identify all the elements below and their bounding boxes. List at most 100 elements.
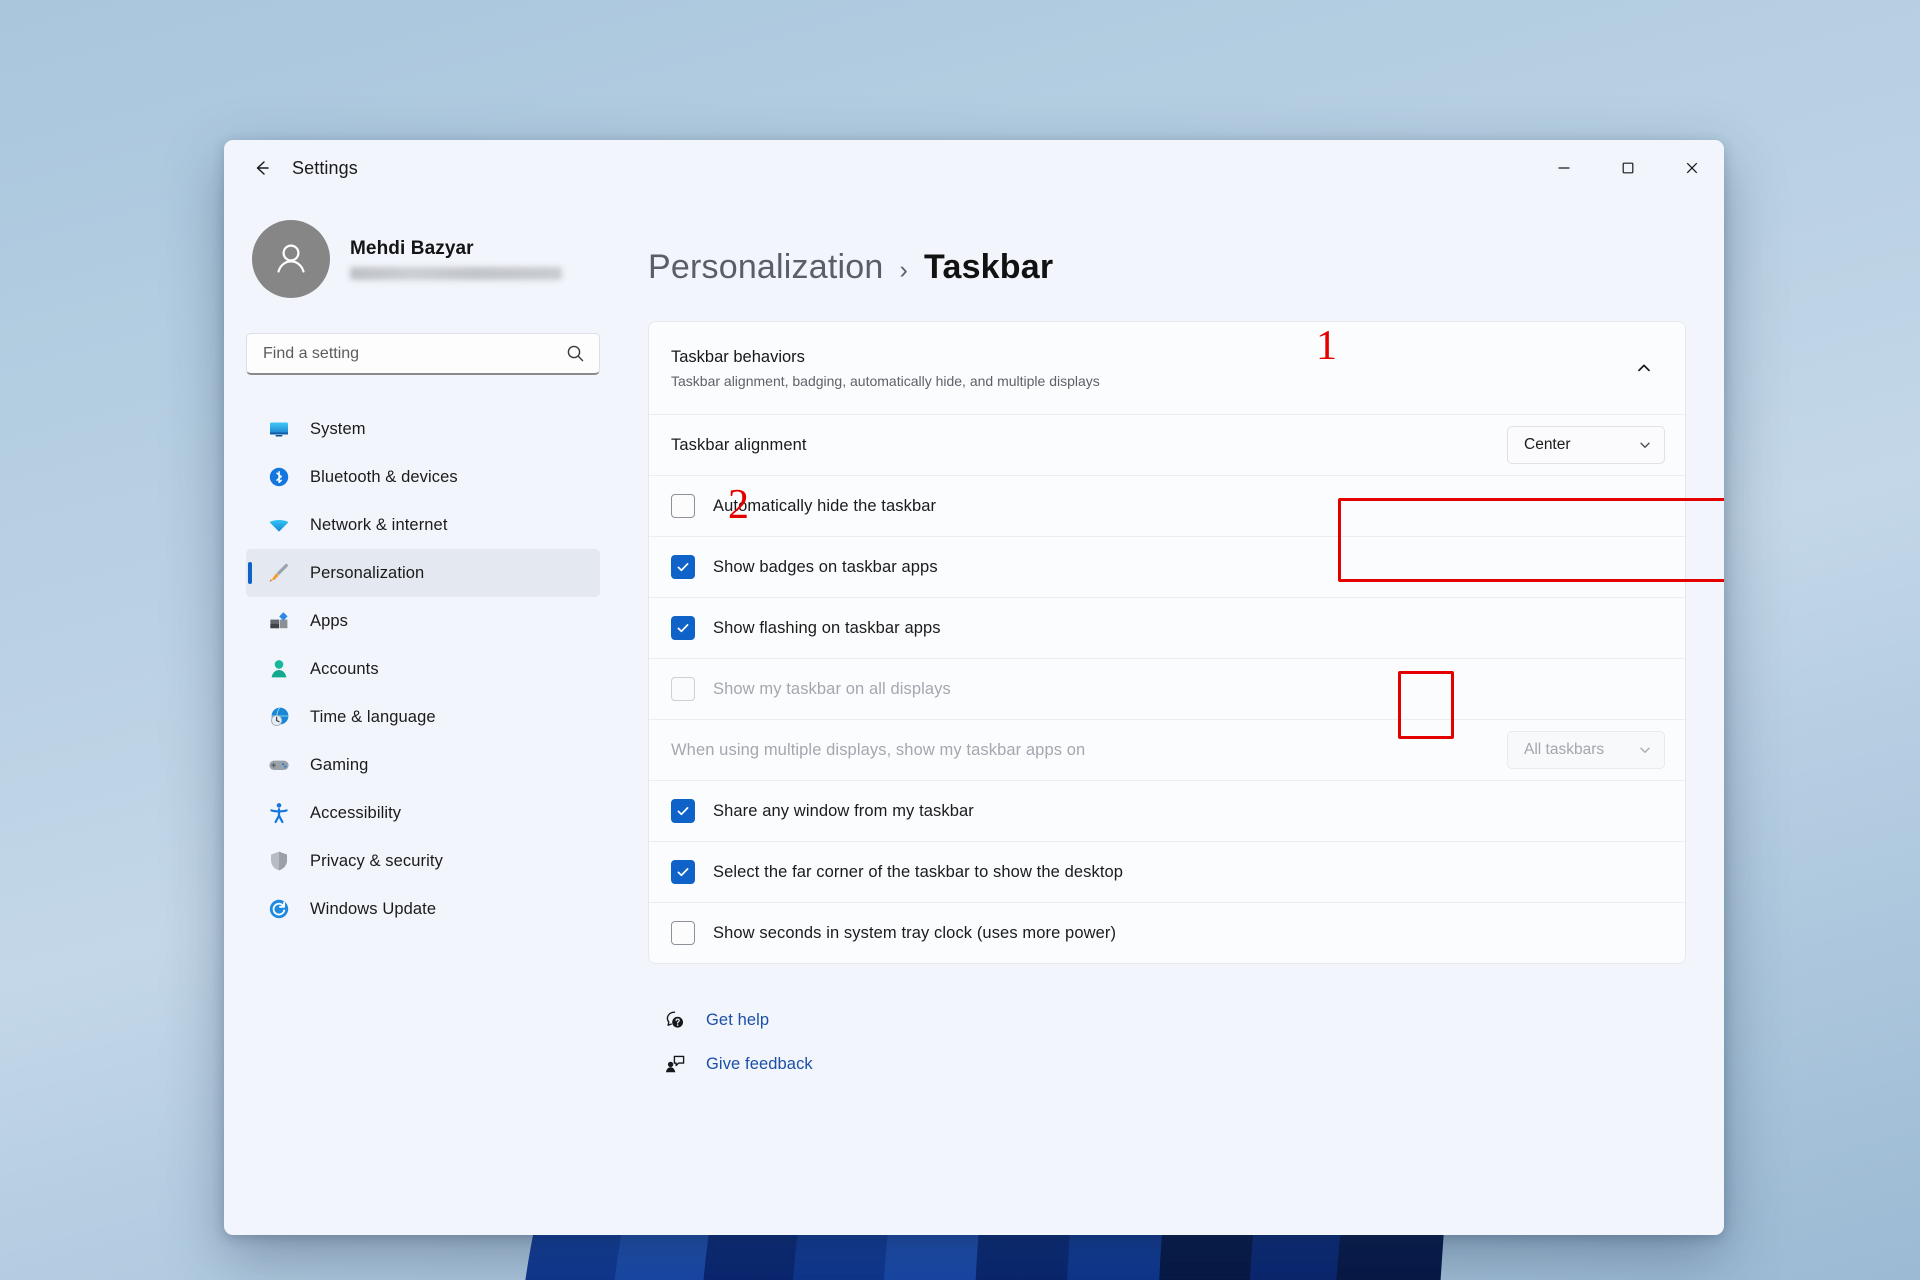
update-refresh-icon xyxy=(266,896,292,922)
dropdown-value: Center xyxy=(1524,436,1571,454)
window-title: Settings xyxy=(292,158,358,179)
sidebar-item-label: Bluetooth & devices xyxy=(310,468,458,487)
sidebar-item-network-internet[interactable]: Network & internet xyxy=(246,501,600,549)
sidebar-item-accessibility[interactable]: Accessibility xyxy=(246,789,600,837)
taskbar-behaviors-card: Taskbar behaviors Taskbar alignment, bad… xyxy=(648,321,1686,964)
row-show-seconds-clock[interactable]: Show seconds in system tray clock (uses … xyxy=(649,902,1685,963)
show-seconds-checkbox[interactable] xyxy=(671,921,695,945)
row-automatically-hide-taskbar[interactable]: Automatically hide the taskbar xyxy=(649,475,1685,536)
row-label: Taskbar alignment xyxy=(671,436,807,455)
row-label: When using multiple displays, show my ta… xyxy=(671,741,1085,760)
minimize-icon xyxy=(1556,160,1572,176)
gamepad-icon xyxy=(266,752,292,778)
row-label: Automatically hide the taskbar xyxy=(713,497,936,516)
row-label: Share any window from my taskbar xyxy=(713,802,974,821)
paintbrush-icon xyxy=(266,560,292,586)
row-label: Show seconds in system tray clock (uses … xyxy=(713,924,1116,943)
page-title: Taskbar xyxy=(924,248,1053,287)
search-box[interactable] xyxy=(246,333,600,375)
window-controls xyxy=(1532,140,1724,196)
row-label: Show my taskbar on all displays xyxy=(713,680,951,699)
check-icon xyxy=(675,803,691,819)
search-icon xyxy=(566,344,585,363)
wifi-icon xyxy=(266,512,292,538)
sidebar-item-bluetooth-devices[interactable]: Bluetooth & devices xyxy=(246,453,600,501)
sidebar-item-label: Personalization xyxy=(310,564,424,583)
footer-link-label: Get help xyxy=(706,1011,769,1030)
main-pane: Personalization › Taskbar Taskbar behavi… xyxy=(622,196,1724,1235)
section-header-texts: Taskbar behaviors Taskbar alignment, bad… xyxy=(671,348,1623,389)
row-taskbar-alignment[interactable]: Taskbar alignment Center xyxy=(649,414,1685,475)
row-label: Show badges on taskbar apps xyxy=(713,558,938,577)
feedback-person-icon xyxy=(660,1053,690,1075)
sidebar-item-label: Time & language xyxy=(310,708,436,727)
breadcrumb-separator: › xyxy=(899,256,908,285)
arrow-left-icon xyxy=(251,157,273,179)
close-button[interactable] xyxy=(1660,140,1724,196)
search-input[interactable] xyxy=(263,345,566,363)
sidebar: Mehdi Bazyar xyxy=(224,196,622,1235)
account-block[interactable]: Mehdi Bazyar xyxy=(252,220,600,298)
sidebar-item-label: Apps xyxy=(310,612,348,631)
sidebar-item-personalization[interactable]: Personalization xyxy=(246,549,600,597)
sidebar-item-time-language[interactable]: Time & language xyxy=(246,693,600,741)
sidebar-item-windows-update[interactable]: Windows Update xyxy=(246,885,600,933)
sidebar-item-label: Gaming xyxy=(310,756,368,775)
footer-link-label: Give feedback xyxy=(706,1055,813,1074)
get-help-link[interactable]: Get help xyxy=(660,998,1686,1042)
row-show-flashing[interactable]: Show flashing on taskbar apps xyxy=(649,597,1685,658)
apps-icon xyxy=(266,608,292,634)
sidebar-item-label: Accounts xyxy=(310,660,379,679)
section-subtitle: Taskbar alignment, badging, automaticall… xyxy=(671,373,1623,389)
account-email-redacted xyxy=(350,267,562,280)
sidebar-item-apps[interactable]: Apps xyxy=(246,597,600,645)
sidebar-item-label: Windows Update xyxy=(310,900,436,919)
check-icon xyxy=(675,620,691,636)
show-taskbar-all-displays-checkbox xyxy=(671,677,695,701)
close-icon xyxy=(1684,160,1700,176)
row-share-any-window[interactable]: Share any window from my taskbar xyxy=(649,780,1685,841)
chevron-up-icon[interactable] xyxy=(1623,347,1665,389)
sidebar-item-system[interactable]: System xyxy=(246,405,600,453)
row-multiple-displays-apps: When using multiple displays, show my ta… xyxy=(649,719,1685,780)
breadcrumb: Personalization › Taskbar xyxy=(648,248,1686,287)
dropdown-value: All taskbars xyxy=(1524,741,1604,759)
row-select-far-corner[interactable]: Select the far corner of the taskbar to … xyxy=(649,841,1685,902)
section-header-taskbar-behaviors[interactable]: Taskbar behaviors Taskbar alignment, bad… xyxy=(649,322,1685,414)
avatar xyxy=(252,220,330,298)
clock-globe-icon xyxy=(266,704,292,730)
sidebar-item-accounts[interactable]: Accounts xyxy=(246,645,600,693)
multiple-displays-dropdown: All taskbars xyxy=(1507,731,1665,769)
row-show-badges[interactable]: Show badges on taskbar apps xyxy=(649,536,1685,597)
back-button[interactable] xyxy=(242,151,282,185)
automatically-hide-checkbox[interactable] xyxy=(671,494,695,518)
chevron-down-icon xyxy=(1638,743,1652,757)
maximize-button[interactable] xyxy=(1596,140,1660,196)
bluetooth-icon xyxy=(266,464,292,490)
sidebar-nav-list: System Bluetooth & devices xyxy=(246,405,600,933)
account-text: Mehdi Bazyar xyxy=(350,238,562,280)
desktop-background: Settings xyxy=(0,0,1920,1280)
row-label: Select the far corner of the taskbar to … xyxy=(713,863,1123,882)
shield-icon xyxy=(266,848,292,874)
sidebar-item-label: System xyxy=(310,420,366,439)
sidebar-item-label: Accessibility xyxy=(310,804,401,823)
account-person-icon xyxy=(266,656,292,682)
sidebar-item-label: Network & internet xyxy=(310,516,448,535)
give-feedback-link[interactable]: Give feedback xyxy=(660,1042,1686,1086)
share-any-window-checkbox[interactable] xyxy=(671,799,695,823)
show-badges-checkbox[interactable] xyxy=(671,555,695,579)
window-titlebar: Settings xyxy=(224,140,1724,196)
sidebar-item-gaming[interactable]: Gaming xyxy=(246,741,600,789)
maximize-icon xyxy=(1620,160,1636,176)
taskbar-alignment-dropdown[interactable]: Center xyxy=(1507,426,1665,464)
show-flashing-checkbox[interactable] xyxy=(671,616,695,640)
minimize-button[interactable] xyxy=(1532,140,1596,196)
window-body: Mehdi Bazyar xyxy=(224,196,1724,1235)
person-avatar-icon xyxy=(269,237,313,281)
section-title: Taskbar behaviors xyxy=(671,348,1623,367)
select-far-corner-checkbox[interactable] xyxy=(671,860,695,884)
breadcrumb-parent[interactable]: Personalization xyxy=(648,248,883,287)
check-icon xyxy=(675,559,691,575)
sidebar-item-privacy-security[interactable]: Privacy & security xyxy=(246,837,600,885)
